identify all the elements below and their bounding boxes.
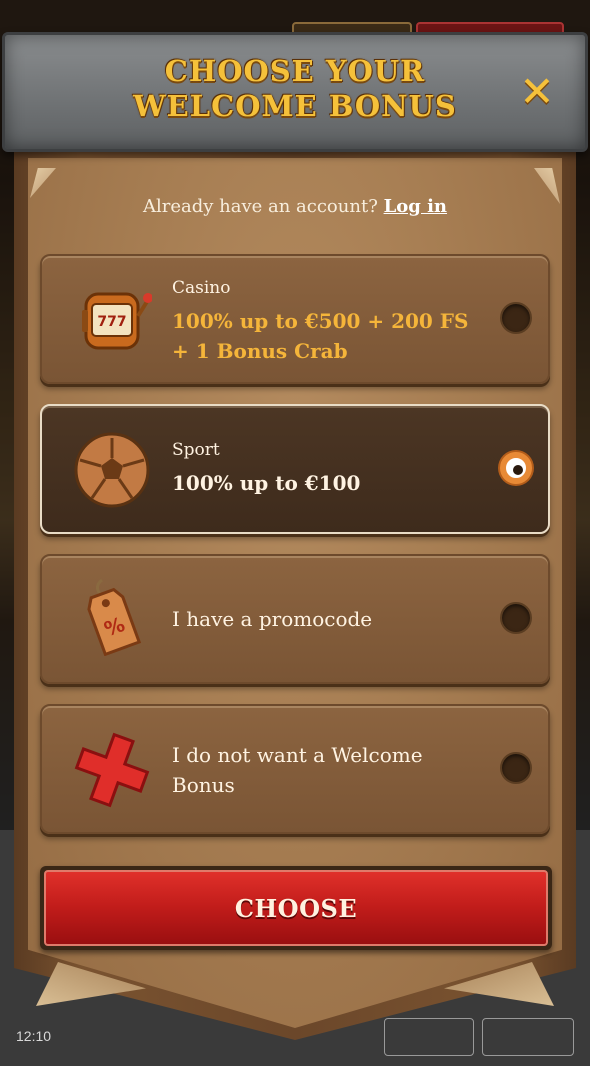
modal-title: CHOOSE YOUR WELCOME BONUS	[90, 54, 500, 124]
option-label: I have a promocode	[172, 607, 373, 631]
option-promocode[interactable]: % I have a promocode	[40, 554, 550, 684]
option-sport[interactable]: Sport 100% up to €100	[40, 404, 550, 534]
close-icon: ✕	[519, 66, 555, 116]
svg-text:777: 777	[97, 314, 126, 330]
soccer-ball-icon	[74, 432, 150, 508]
option-offer: 100% up to €500 + 200 FS + 1 Bonus Crab	[172, 309, 469, 363]
status-time: 12:10	[16, 1028, 52, 1044]
red-cross-icon	[74, 732, 150, 808]
price-tag-icon: %	[87, 578, 142, 656]
option-label: Sport	[172, 440, 220, 460]
radio-button[interactable]	[500, 752, 532, 784]
close-button[interactable]: ✕	[512, 64, 562, 118]
choose-button-frame: CHOOSE	[40, 866, 552, 950]
choose-button[interactable]: CHOOSE	[44, 870, 548, 946]
option-no-bonus[interactable]: I do not want a Welcome Bonus	[40, 704, 550, 834]
login-prompt-text: Already have an account?	[142, 196, 378, 217]
background-tab	[384, 1018, 474, 1056]
login-prompt-row: Already have an account? Log in	[0, 196, 590, 217]
option-label: I do not want a Welcome Bonus	[172, 743, 423, 797]
login-link[interactable]: Log in	[384, 196, 447, 217]
title-line-2: WELCOME BONUS	[133, 89, 457, 123]
slot-machine-icon: 777	[82, 292, 152, 350]
radio-button[interactable]	[500, 602, 532, 634]
radio-button-selected[interactable]	[500, 452, 532, 484]
title-line-1: CHOOSE YOUR	[164, 54, 426, 88]
option-label: Casino	[172, 278, 231, 298]
option-offer: 100% up to €100	[172, 471, 361, 495]
background-tab	[482, 1018, 574, 1056]
option-casino[interactable]: 777 Casino 100% up to €500 + 200 FS + 1 …	[40, 254, 550, 384]
radio-button[interactable]	[500, 302, 532, 334]
